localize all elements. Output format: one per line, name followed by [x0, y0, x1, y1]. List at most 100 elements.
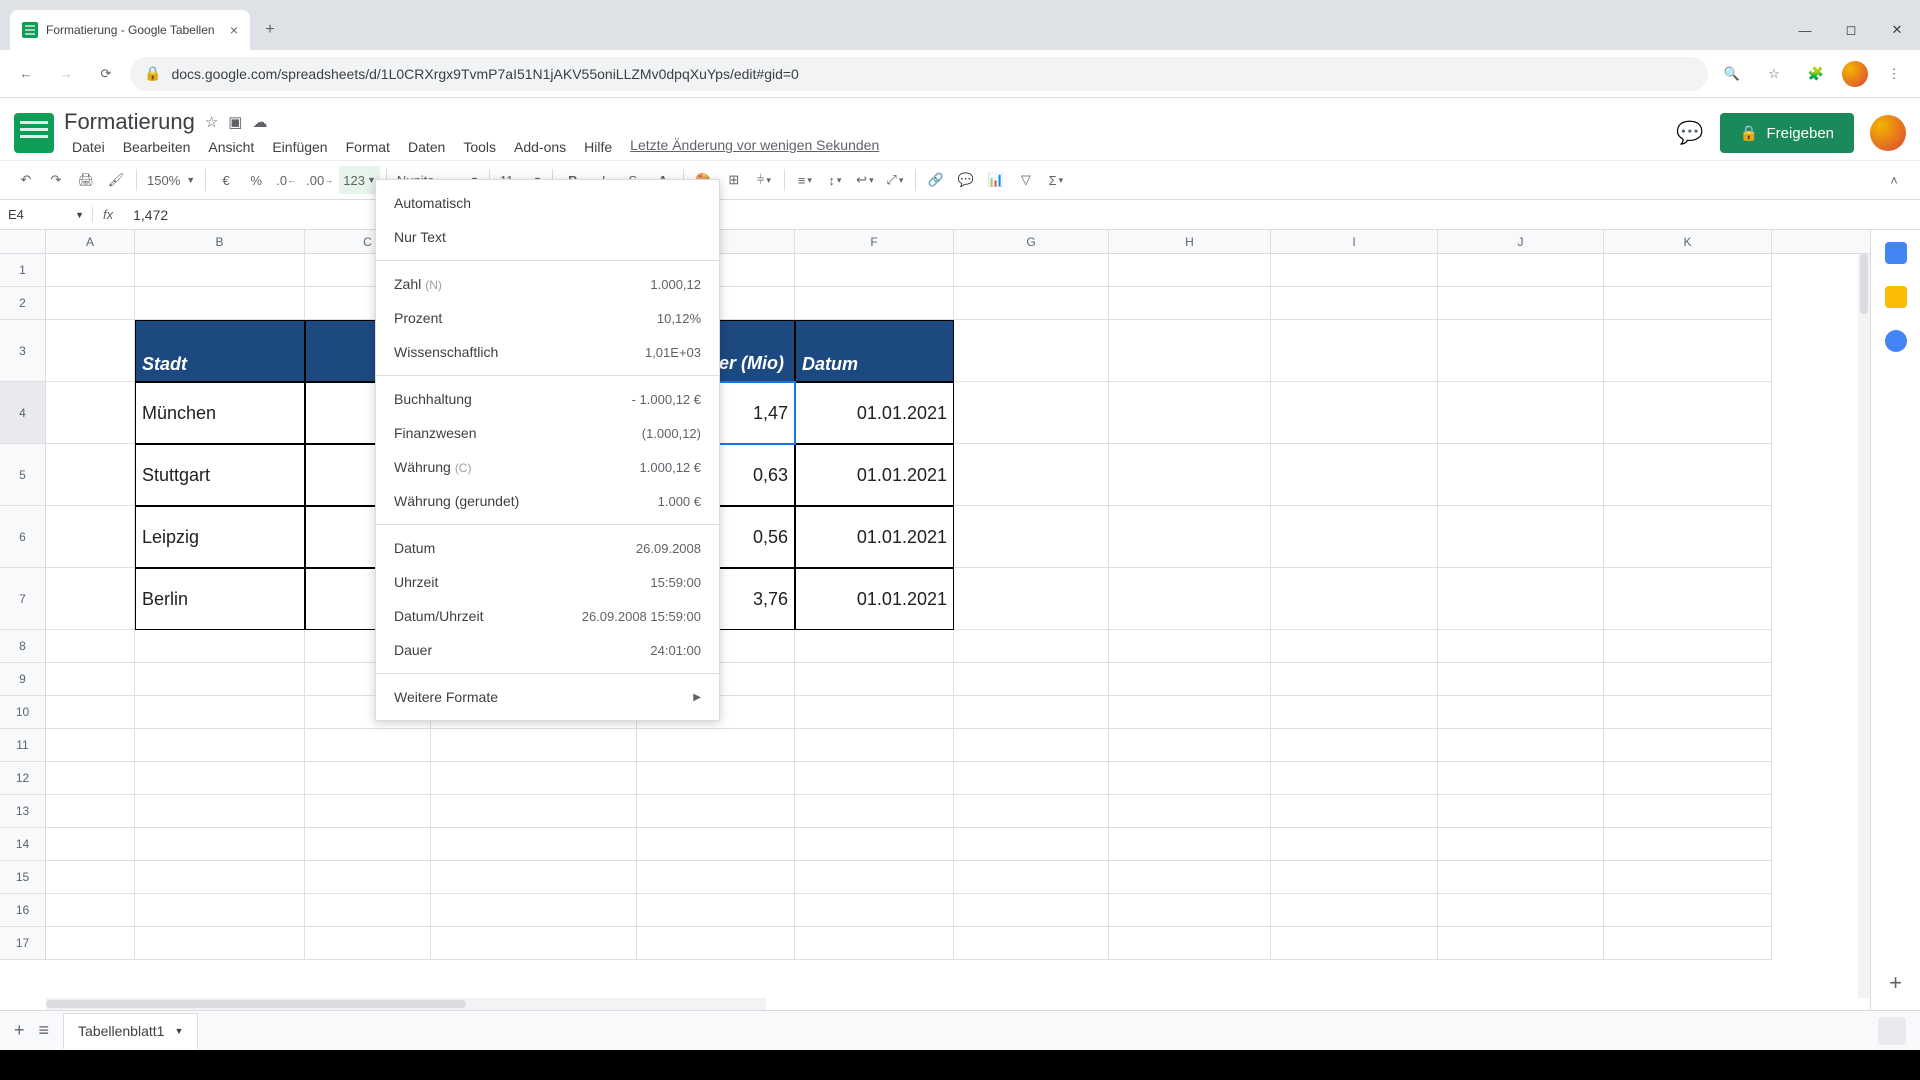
cell-G11[interactable] — [954, 729, 1109, 762]
cell-F11[interactable] — [795, 729, 954, 762]
menu-ansicht[interactable]: Ansicht — [200, 137, 262, 157]
formula-value[interactable]: 1,472 — [123, 207, 178, 223]
cell-D16[interactable] — [431, 894, 637, 927]
cell-A2[interactable] — [46, 287, 135, 320]
maximize-button[interactable]: ◻ — [1828, 10, 1874, 50]
format-option[interactable]: Prozent10,12% — [376, 301, 719, 335]
row-header[interactable]: 13 — [0, 795, 46, 828]
reload-button[interactable]: ⟳ — [90, 58, 122, 90]
cell-A11[interactable] — [46, 729, 135, 762]
cell-F6[interactable]: 01.01.2021 — [795, 506, 954, 568]
cell-J14[interactable] — [1438, 828, 1604, 861]
cell-K6[interactable] — [1604, 506, 1772, 568]
cell-I2[interactable] — [1271, 287, 1438, 320]
cell-H6[interactable] — [1109, 506, 1271, 568]
cell-K12[interactable] — [1604, 762, 1772, 795]
cell-G2[interactable] — [954, 287, 1109, 320]
col-header-I[interactable]: I — [1271, 230, 1438, 253]
cell-B2[interactable] — [135, 287, 305, 320]
cell-G14[interactable] — [954, 828, 1109, 861]
cell-J3[interactable] — [1438, 320, 1604, 382]
cell-F5[interactable]: 01.01.2021 — [795, 444, 954, 506]
cell-H12[interactable] — [1109, 762, 1271, 795]
row-header[interactable]: 16 — [0, 894, 46, 927]
cell-B13[interactable] — [135, 795, 305, 828]
cell-J13[interactable] — [1438, 795, 1604, 828]
cell-B5[interactable]: Stuttgart — [135, 444, 305, 506]
cell-I13[interactable] — [1271, 795, 1438, 828]
cell-K17[interactable] — [1604, 927, 1772, 960]
percent-button[interactable]: % — [242, 166, 270, 194]
cell-H5[interactable] — [1109, 444, 1271, 506]
star-icon[interactable]: ☆ — [1758, 58, 1790, 90]
cell-G3[interactable] — [954, 320, 1109, 382]
row-header[interactable]: 9 — [0, 663, 46, 696]
link-button[interactable]: 🔗 — [922, 166, 950, 194]
format-option[interactable]: Währung (gerundet)1.000 € — [376, 484, 719, 518]
cell-C14[interactable] — [305, 828, 431, 861]
cell-K1[interactable] — [1604, 254, 1772, 287]
cell-I6[interactable] — [1271, 506, 1438, 568]
functions-button[interactable]: Σ▾ — [1042, 166, 1070, 194]
cell-H2[interactable] — [1109, 287, 1271, 320]
cell-J9[interactable] — [1438, 663, 1604, 696]
cell-H8[interactable] — [1109, 630, 1271, 663]
cell-B7[interactable]: Berlin — [135, 568, 305, 630]
cell-H13[interactable] — [1109, 795, 1271, 828]
col-header-H[interactable]: H — [1109, 230, 1271, 253]
cell-B6[interactable]: Leipzig — [135, 506, 305, 568]
account-avatar[interactable] — [1870, 115, 1906, 151]
cell-K13[interactable] — [1604, 795, 1772, 828]
format-option[interactable]: Automatisch — [376, 186, 719, 220]
cell-E17[interactable] — [637, 927, 795, 960]
cell-C11[interactable] — [305, 729, 431, 762]
cell-I17[interactable] — [1271, 927, 1438, 960]
cell-G13[interactable] — [954, 795, 1109, 828]
cell-K14[interactable] — [1604, 828, 1772, 861]
menu-bearbeiten[interactable]: Bearbeiten — [115, 137, 199, 157]
format-option[interactable]: Weitere Formate▶ — [376, 680, 719, 714]
last-edit-text[interactable]: Letzte Änderung vor wenigen Sekunden — [630, 137, 879, 157]
cell-G16[interactable] — [954, 894, 1109, 927]
cell-B14[interactable] — [135, 828, 305, 861]
cell-J4[interactable] — [1438, 382, 1604, 444]
move-icon[interactable]: ▣ — [228, 113, 242, 131]
browser-tab[interactable]: Formatierung - Google Tabellen × — [10, 10, 250, 50]
col-header-B[interactable]: B — [135, 230, 305, 253]
zoom-select[interactable]: 150%▼ — [143, 166, 199, 194]
cell-A15[interactable] — [46, 861, 135, 894]
cell-E14[interactable] — [637, 828, 795, 861]
cell-H14[interactable] — [1109, 828, 1271, 861]
cell-F4[interactable]: 01.01.2021 — [795, 382, 954, 444]
menu-daten[interactable]: Daten — [400, 137, 453, 157]
cell-H9[interactable] — [1109, 663, 1271, 696]
cell-K11[interactable] — [1604, 729, 1772, 762]
cell-E15[interactable] — [637, 861, 795, 894]
cell-H16[interactable] — [1109, 894, 1271, 927]
row-header[interactable]: 17 — [0, 927, 46, 960]
cell-A12[interactable] — [46, 762, 135, 795]
cell-B17[interactable] — [135, 927, 305, 960]
cell-I9[interactable] — [1271, 663, 1438, 696]
cell-F3[interactable]: Datum — [795, 320, 954, 382]
cell-I3[interactable] — [1271, 320, 1438, 382]
cell-J15[interactable] — [1438, 861, 1604, 894]
col-header-K[interactable]: K — [1604, 230, 1772, 253]
menu-hilfe[interactable]: Hilfe — [576, 137, 620, 157]
menu-format[interactable]: Format — [338, 137, 398, 157]
format-option[interactable]: Datum/Uhrzeit26.09.2008 15:59:00 — [376, 599, 719, 633]
decrease-decimal-button[interactable]: .0← — [272, 166, 300, 194]
cell-K9[interactable] — [1604, 663, 1772, 696]
cell-J5[interactable] — [1438, 444, 1604, 506]
cell-B10[interactable] — [135, 696, 305, 729]
cell-G6[interactable] — [954, 506, 1109, 568]
cell-J17[interactable] — [1438, 927, 1604, 960]
cell-F12[interactable] — [795, 762, 954, 795]
cell-G10[interactable] — [954, 696, 1109, 729]
paint-format-button[interactable]: 🖌 — [102, 166, 130, 194]
cell-F10[interactable] — [795, 696, 954, 729]
cell-J7[interactable] — [1438, 568, 1604, 630]
wrap-button[interactable]: ↩▾ — [851, 166, 879, 194]
cell-A13[interactable] — [46, 795, 135, 828]
cell-K5[interactable] — [1604, 444, 1772, 506]
